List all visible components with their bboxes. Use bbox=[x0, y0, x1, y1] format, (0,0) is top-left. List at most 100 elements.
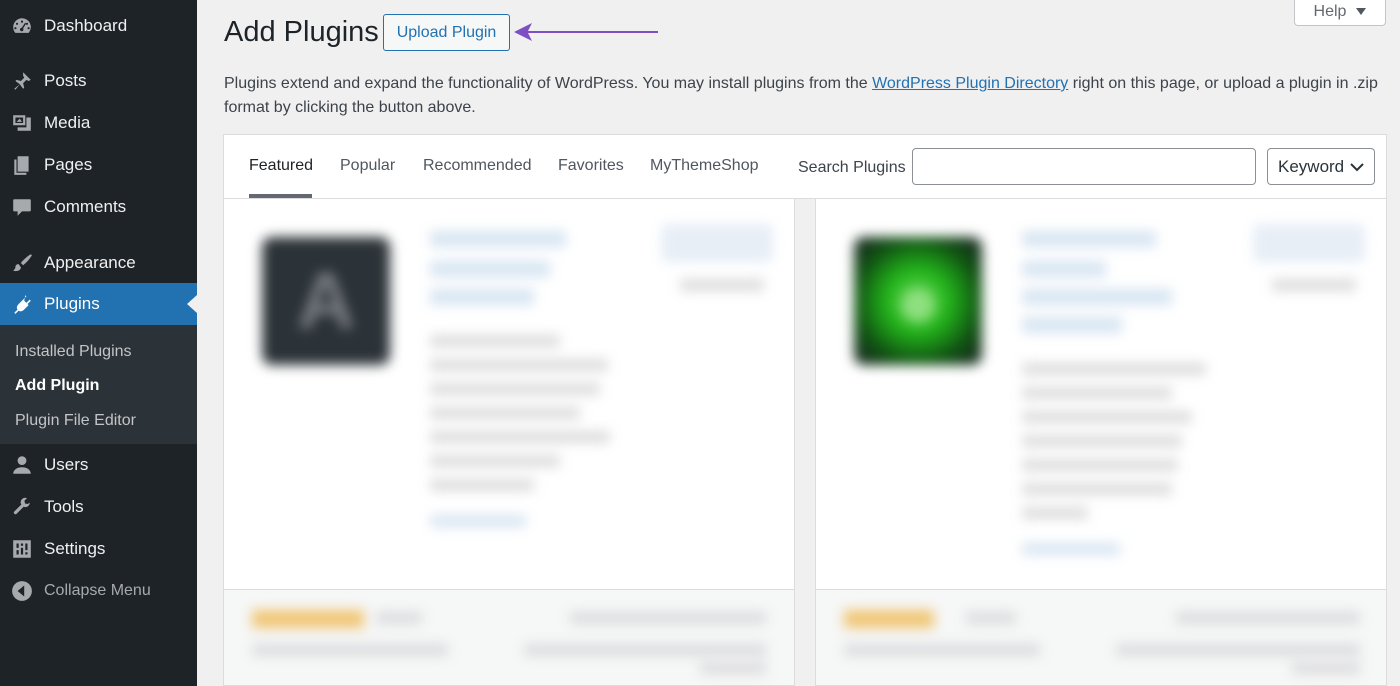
blurred-install-button[interactable] bbox=[662, 225, 772, 261]
blurred-plugin-name[interactable] bbox=[1022, 231, 1156, 247]
sidebar-item-appearance[interactable]: Appearance bbox=[0, 242, 197, 284]
wrench-icon bbox=[11, 496, 33, 518]
caret-down-icon bbox=[1356, 8, 1367, 15]
sidebar-item-label: Pages bbox=[44, 155, 93, 174]
sidebar-item-tools[interactable]: Tools bbox=[0, 486, 197, 528]
settings-icon bbox=[11, 538, 33, 560]
blurred-plugin-name bbox=[430, 289, 534, 305]
submenu-add-plugin[interactable]: Add Plugin bbox=[15, 377, 99, 395]
sidebar-item-label: Plugins bbox=[44, 294, 100, 313]
blurred-more-details-link[interactable] bbox=[680, 279, 764, 291]
sidebar-item-posts[interactable]: Posts bbox=[0, 60, 197, 102]
help-label: Help bbox=[1313, 2, 1347, 20]
plugin-card: A bbox=[223, 199, 795, 686]
submenu-plugin-file-editor[interactable]: Plugin File Editor bbox=[15, 412, 136, 430]
search-plugins-input[interactable] bbox=[912, 148, 1256, 185]
blurred-plugin-name[interactable] bbox=[430, 231, 566, 247]
tab-popular[interactable]: Popular bbox=[340, 157, 395, 175]
blurred-install-button[interactable] bbox=[1254, 225, 1364, 261]
sidebar-item-media[interactable]: Media bbox=[0, 102, 197, 144]
sidebar-item-pages[interactable]: Pages bbox=[0, 144, 197, 186]
sidebar-item-settings[interactable]: Settings bbox=[0, 528, 197, 570]
blurred-compatibility bbox=[700, 662, 766, 674]
blurred-active-installs bbox=[844, 644, 1040, 656]
blurred-plugin-name bbox=[430, 261, 550, 277]
pages-icon bbox=[11, 154, 33, 176]
blurred-description bbox=[1022, 459, 1178, 471]
sidebar-item-plugins[interactable]: Plugins bbox=[0, 283, 197, 325]
submenu-installed-plugins[interactable]: Installed Plugins bbox=[15, 343, 132, 361]
plugin-card: ● bbox=[815, 199, 1387, 686]
blurred-description bbox=[430, 479, 534, 491]
help-tab[interactable]: Help bbox=[1294, 0, 1386, 26]
tab-favorites[interactable]: Favorites bbox=[558, 157, 624, 175]
search-type-value: Keyword bbox=[1278, 156, 1345, 176]
plugin-thumbnail[interactable]: A bbox=[262, 237, 390, 365]
blurred-compatibility bbox=[524, 644, 766, 656]
plugins-submenu: Installed Plugins Add Plugin Plugin File… bbox=[0, 325, 197, 444]
blurred-description bbox=[1022, 363, 1206, 375]
blurred-author-link[interactable] bbox=[430, 515, 526, 527]
tab-recommended[interactable]: Recommended bbox=[423, 157, 532, 175]
blurred-last-updated bbox=[570, 612, 766, 624]
blurred-author-link[interactable] bbox=[1022, 543, 1120, 555]
page-title: Add Plugins bbox=[224, 16, 379, 48]
plugin-thumbnail[interactable]: ● bbox=[854, 237, 982, 365]
blurred-description bbox=[430, 359, 608, 371]
blurred-rating-count bbox=[376, 612, 422, 624]
sidebar-item-label: Tools bbox=[44, 497, 84, 516]
plugin-logo-icon: A bbox=[297, 256, 355, 345]
brush-icon bbox=[11, 252, 33, 274]
blurred-plugin-name bbox=[1022, 261, 1106, 277]
blurred-rating-count bbox=[966, 612, 1016, 624]
sidebar-item-comments[interactable]: Comments bbox=[0, 186, 197, 228]
search-type-select[interactable]: Keyword bbox=[1267, 148, 1375, 185]
plugin-card-footer bbox=[224, 589, 794, 685]
plugin-directory-link[interactable]: WordPress Plugin Directory bbox=[872, 75, 1068, 92]
current-tab-indicator bbox=[249, 194, 312, 198]
annotation-arrow-icon bbox=[514, 23, 658, 41]
collapse-menu-button[interactable]: Collapse Menu bbox=[0, 570, 197, 612]
sidebar-item-label: Comments bbox=[44, 197, 127, 216]
plugin-card-footer bbox=[816, 589, 1386, 685]
blurred-description bbox=[1022, 387, 1172, 399]
tab-mythemeshop[interactable]: MyThemeShop bbox=[650, 157, 759, 175]
plugin-logo-icon: ● bbox=[893, 256, 943, 345]
collapse-icon bbox=[11, 580, 33, 602]
admin-sidebar: Dashboard Posts Media Pages Comments App… bbox=[0, 0, 197, 686]
media-icon bbox=[11, 112, 33, 134]
sidebar-item-label: Posts bbox=[44, 71, 87, 90]
sidebar-item-label: Collapse Menu bbox=[44, 582, 151, 599]
plug-icon bbox=[11, 293, 33, 315]
blurred-description bbox=[1022, 483, 1172, 495]
sidebar-item-label: Settings bbox=[44, 539, 106, 558]
comment-icon bbox=[11, 196, 33, 218]
blurred-description bbox=[1022, 411, 1192, 423]
chevron-down-icon bbox=[1350, 163, 1364, 172]
plugin-filter-bar: Featured Popular Recommended Favorites M… bbox=[223, 134, 1387, 199]
page-description: Plugins extend and expand the functional… bbox=[224, 72, 1384, 120]
sidebar-item-label: Dashboard bbox=[44, 16, 128, 35]
blurred-description bbox=[1022, 507, 1088, 519]
sidebar-item-label: Users bbox=[44, 455, 89, 474]
blurred-description bbox=[430, 431, 610, 443]
sidebar-item-label: Appearance bbox=[44, 253, 136, 272]
tab-featured[interactable]: Featured bbox=[249, 157, 313, 175]
blurred-description bbox=[430, 455, 560, 467]
blurred-compatibility bbox=[1292, 662, 1360, 674]
blurred-more-details-link[interactable] bbox=[1272, 279, 1356, 291]
user-icon bbox=[11, 454, 33, 476]
blurred-last-updated bbox=[1176, 612, 1360, 624]
sidebar-item-users[interactable]: Users bbox=[0, 444, 197, 486]
blurred-description bbox=[1022, 435, 1182, 447]
blurred-rating-stars bbox=[844, 610, 934, 628]
dashboard-icon bbox=[11, 15, 33, 37]
blurred-active-installs bbox=[252, 644, 448, 656]
upload-plugin-button[interactable]: Upload Plugin bbox=[383, 14, 510, 51]
pin-icon bbox=[11, 70, 33, 92]
blurred-plugin-name bbox=[1022, 289, 1172, 305]
blurred-compatibility bbox=[1116, 644, 1360, 656]
sidebar-item-dashboard[interactable]: Dashboard bbox=[0, 5, 197, 47]
blurred-plugin-name bbox=[1022, 317, 1122, 333]
blurred-description bbox=[430, 407, 580, 419]
